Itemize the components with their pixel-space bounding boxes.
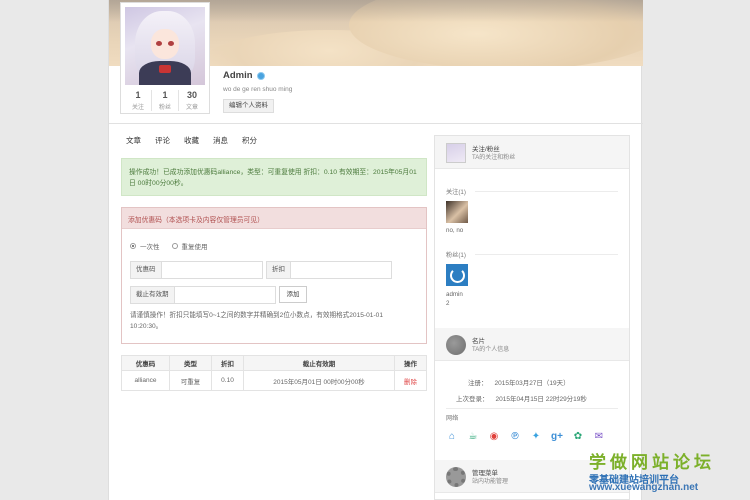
wechat-icon[interactable]: ✿ — [572, 431, 584, 443]
tab-posts[interactable]: 文章 — [126, 135, 141, 146]
add-coupon-button[interactable]: 添加 — [279, 286, 307, 303]
last-login-info: 上次登录： 2015年04月15日 22时29分19秒 — [456, 396, 587, 403]
follow-section-header: 关注/粉丝 TA的关注和粉丝 — [435, 136, 629, 169]
google-plus-icon[interactable]: g+ — [551, 431, 563, 443]
globe-icon — [446, 335, 466, 355]
radio-unchecked-icon — [171, 243, 178, 249]
form-hint: 请谨慎操作！折扣只能填写0~1之间的数字并精确到2位小数点，有效期格式2015-… — [130, 312, 383, 330]
avatar[interactable] — [125, 7, 205, 85]
col-expiry: 截止有效期 — [243, 355, 395, 371]
expiry-field: 截止有效期 — [130, 286, 276, 304]
tab-messages[interactable]: 消息 — [213, 135, 228, 146]
mail-icon[interactable]: ✉ — [593, 431, 605, 443]
avatar-small-icon — [446, 143, 466, 163]
site-watermark: 学做网站论坛 零基础建站培训平台 www.xuewangzhan.net — [589, 453, 715, 493]
col-action: 操作 — [394, 355, 427, 371]
profile-stats: 1 关注 1 粉丝 30 文章 — [125, 90, 205, 111]
discount-input[interactable] — [291, 262, 387, 278]
success-alert: 操作成功！已成功添加优惠码alliance，类型：可重复使用 折扣：0.10 有… — [121, 158, 427, 196]
col-code: 优惠码 — [121, 355, 170, 371]
stat-posts[interactable]: 30 文章 — [179, 90, 205, 111]
delete-link[interactable]: 删除 — [394, 370, 427, 391]
sidebar: 关注/粉丝 TA的关注和粉丝 关注(1) no, no 粉丝(1) admin … — [434, 135, 630, 500]
table-header-row: 优惠码 类型 折扣 截止有效期 操作 — [121, 355, 427, 371]
register-info: 注册： 2015年03月27日（19天） — [468, 380, 570, 387]
profile-description: wo de ge ren shuo ming — [223, 86, 293, 93]
tab-favorites[interactable]: 收藏 — [184, 135, 199, 146]
edit-profile-button[interactable]: 编辑个人资料 — [223, 99, 274, 113]
gear-icon — [446, 467, 466, 487]
radio-repeat[interactable]: 重复使用 — [171, 241, 208, 251]
tab-comments[interactable]: 评论 — [155, 135, 170, 146]
card-section-header: 名片 TA的个人信息 — [435, 328, 629, 361]
col-type: 类型 — [169, 355, 212, 371]
home-icon[interactable]: ⌂ — [446, 431, 458, 443]
profile-page: 1 关注 1 粉丝 30 文章 Admin wo de ge ren shuo … — [108, 0, 643, 500]
col-discount: 折扣 — [211, 355, 244, 371]
profile-tabs: 文章 评论 收藏 消息 积分 — [126, 135, 257, 146]
social-links: ⌂ ☕ ◉ ℗ ✦ g+ ✿ ✉ — [446, 431, 605, 443]
fan-user-avatar[interactable] — [446, 264, 468, 286]
avatar-card: 1 关注 1 粉丝 30 文章 — [120, 2, 210, 114]
tab-points[interactable]: 积分 — [242, 135, 257, 146]
cup-icon[interactable]: ☕ — [467, 431, 479, 443]
pinterest-icon[interactable]: ℗ — [509, 431, 521, 443]
coupon-type-radios: 一次性 重复使用 — [130, 241, 208, 251]
expiry-input[interactable] — [174, 287, 271, 303]
table-row: alliance 可重复 0.10 2015年05月01日 00时00分00秒 … — [121, 370, 427, 391]
verified-icon — [256, 71, 265, 80]
following-user-name[interactable]: no, no — [446, 227, 463, 234]
discount-field: 折扣 — [266, 261, 392, 279]
coupon-code-field: 优惠码 — [130, 261, 263, 279]
coupon-code-input[interactable] — [161, 262, 258, 278]
panel-title: 添加优惠码（本选项卡及内容仅管理员可见） — [122, 208, 426, 229]
profile-name: Admin — [223, 70, 265, 81]
twitter-icon[interactable]: ✦ — [530, 431, 542, 443]
fan-user-name[interactable]: admin — [446, 291, 463, 298]
radio-once[interactable]: 一次性 — [130, 241, 160, 251]
radio-checked-icon — [130, 243, 136, 249]
divider — [109, 123, 643, 124]
stat-fans[interactable]: 1 粉丝 — [152, 90, 179, 111]
coupon-table: 优惠码 类型 折扣 截止有效期 操作 alliance 可重复 0.10 201… — [121, 355, 427, 391]
following-user-avatar[interactable] — [446, 201, 468, 223]
add-coupon-panel: 添加优惠码（本选项卡及内容仅管理员可见） 一次性 重复使用 优惠码 折扣 截止有… — [121, 207, 427, 344]
stat-following[interactable]: 1 关注 — [125, 90, 152, 111]
weibo-icon[interactable]: ◉ — [488, 431, 500, 443]
